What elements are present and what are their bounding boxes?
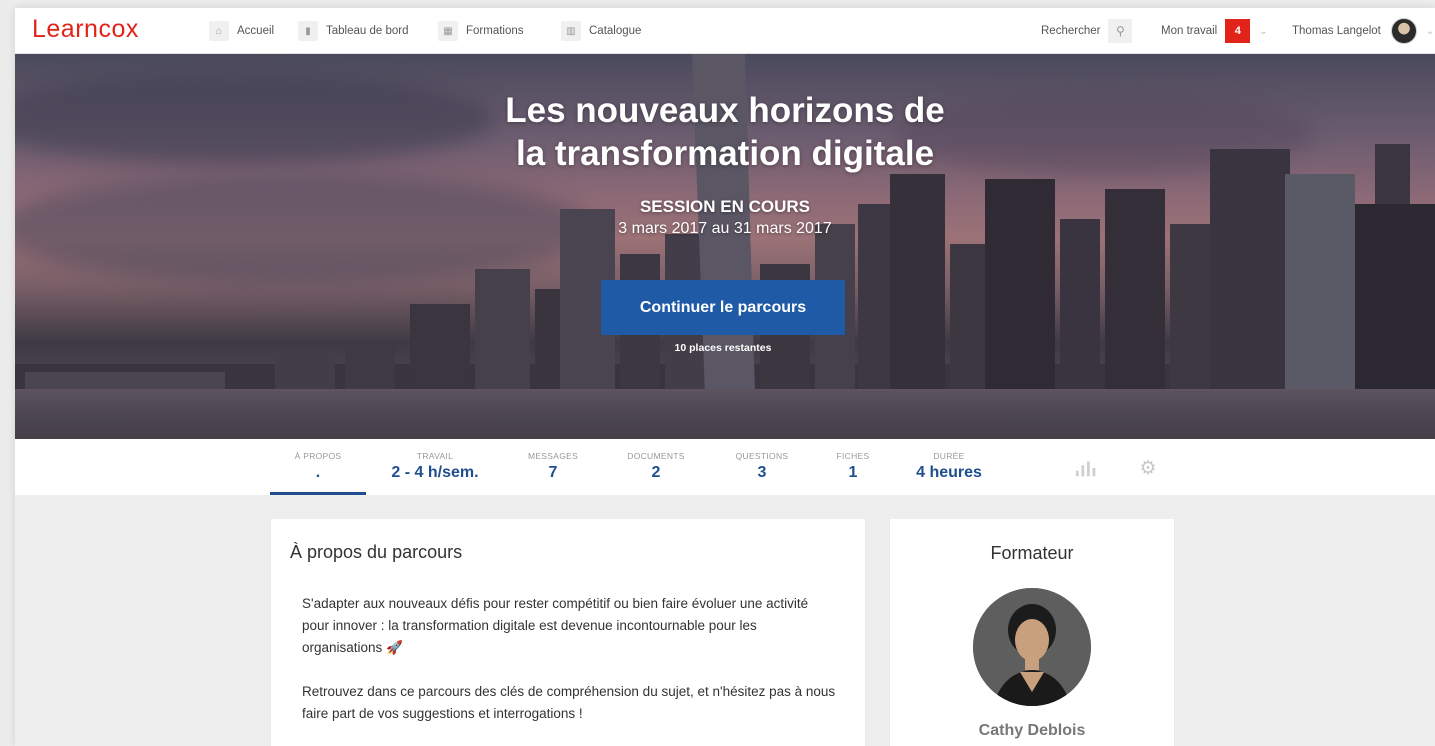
water-reflection xyxy=(15,389,1435,439)
bar-chart-icon[interactable] xyxy=(1075,457,1099,479)
stat-value: . xyxy=(315,464,321,481)
about-title: À propos du parcours xyxy=(290,542,463,562)
trainer-photo[interactable] xyxy=(973,588,1091,706)
session-dates: 3 mars 2017 au 31 mars 2017 xyxy=(618,220,832,237)
nav-item-formations[interactable]: ▦ Formations xyxy=(438,18,524,44)
tab-documents[interactable]: DOCUMENTS 2 xyxy=(615,439,697,495)
trainer-card: Formateur Cathy Deblois xyxy=(890,519,1174,746)
search-label: Rechercher xyxy=(1041,25,1101,37)
trainer-name[interactable]: Cathy Deblois xyxy=(890,722,1174,740)
tab-questions[interactable]: QUESTIONS 3 xyxy=(723,439,801,495)
hero-banner: Les nouveaux horizons de la transformati… xyxy=(15,54,1435,439)
user-menu[interactable]: Thomas Langelot ⌄ xyxy=(1292,16,1434,46)
tab-travail[interactable]: TRAVAIL 2 - 4 h/sem. xyxy=(380,439,490,495)
bar-chart-icon-graphic xyxy=(1075,461,1096,477)
stat-value: 7 xyxy=(548,464,558,481)
home-icon: ⌂ xyxy=(209,21,229,41)
about-paragraph: Retrouvez dans ce parcours des clés de c… xyxy=(302,684,836,721)
tab-messages[interactable]: MESSAGES 7 xyxy=(515,439,591,495)
stat-label: MESSAGES xyxy=(527,451,579,461)
my-work-menu[interactable]: Mon travail 4 ⌄ xyxy=(1161,18,1268,44)
search-control[interactable]: Rechercher ⚲ xyxy=(1041,18,1133,44)
stat-value: 2 xyxy=(651,464,661,481)
trainer-portrait-graphic xyxy=(973,588,1091,706)
tab-fiches[interactable]: FICHES 1 xyxy=(823,439,883,495)
stat-label: À PROPOS xyxy=(294,451,342,461)
search-icon[interactable]: ⚲ xyxy=(1108,19,1133,43)
grid-icon: ▦ xyxy=(438,21,458,41)
stat-label: TRAVAIL xyxy=(416,451,454,461)
stat-value: 3 xyxy=(757,464,767,481)
nav-item-tableau-de-bord[interactable]: ▮ Tableau de bord xyxy=(298,18,408,44)
continue-course-button[interactable]: Continuer le parcours xyxy=(601,280,845,335)
course-stats-bar: À PROPOS . TRAVAIL 2 - 4 h/sem. MESSAGES… xyxy=(15,439,1435,495)
chevron-down-icon[interactable]: ⌄ xyxy=(1426,26,1434,37)
my-work-label: Mon travail xyxy=(1161,25,1218,37)
top-navbar: Learncox ⌂ Accueil ▮ Tableau de bord ▦ F… xyxy=(15,8,1435,54)
avatar[interactable] xyxy=(1390,18,1417,44)
book-icon: ▥ xyxy=(561,21,581,41)
course-title: Les nouveaux horizons de la transformati… xyxy=(425,90,1025,175)
remaining-places: 10 places restantes xyxy=(674,342,772,354)
logo[interactable]: Learncox xyxy=(32,15,139,44)
nav-item-label: Accueil xyxy=(237,25,275,37)
chevron-down-icon[interactable]: ⌄ xyxy=(1259,26,1267,37)
nav-item-label: Catalogue xyxy=(589,25,642,37)
gear-icon[interactable]: ⚙ xyxy=(1136,457,1160,479)
nav-item-label: Formations xyxy=(466,25,524,37)
notification-badge: 4 xyxy=(1225,19,1251,43)
nav-item-catalogue[interactable]: ▥ Catalogue xyxy=(561,18,641,44)
stat-value: 1 xyxy=(848,464,858,481)
stat-label: DOCUMENTS xyxy=(627,451,685,461)
user-name: Thomas Langelot xyxy=(1292,25,1381,37)
course-title-line: la transformation digitale xyxy=(515,133,935,173)
stat-value: 4 heures xyxy=(916,464,982,481)
bar-chart-icon: ▮ xyxy=(298,21,318,41)
nav-item-accueil[interactable]: ⌂ Accueil xyxy=(209,18,274,44)
about-paragraph: S'adapter aux nouveaux défis pour rester… xyxy=(302,596,809,655)
course-title-line: Les nouveaux horizons de xyxy=(505,91,945,130)
nav-item-label: Tableau de bord xyxy=(326,25,409,37)
stat-label: QUESTIONS xyxy=(735,451,789,461)
tab-a-propos[interactable]: À PROPOS . xyxy=(270,439,366,495)
stat-value: 2 - 4 h/sem. xyxy=(391,464,479,481)
session-status: SESSION EN COURS xyxy=(639,197,811,216)
about-card: À propos du parcours S'adapter aux nouve… xyxy=(271,519,865,746)
tab-duree[interactable]: DURÉE 4 heures xyxy=(903,439,995,495)
stat-label: DURÉE xyxy=(933,451,965,461)
stat-label: FICHES xyxy=(836,451,870,461)
app-window: Learncox ⌂ Accueil ▮ Tableau de bord ▦ F… xyxy=(15,8,1435,746)
trainer-title: Formateur xyxy=(990,543,1074,563)
